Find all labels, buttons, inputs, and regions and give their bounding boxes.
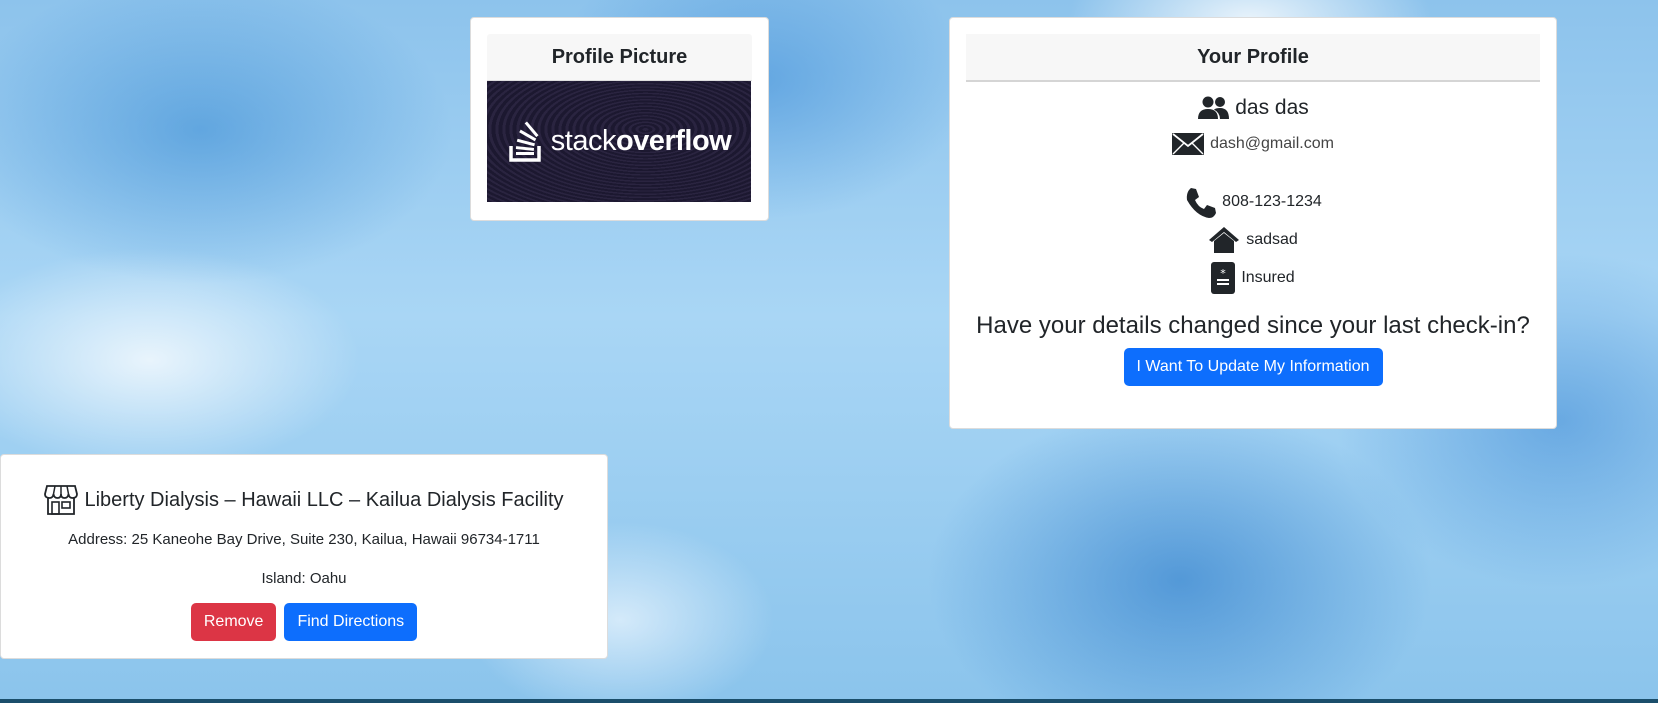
- remove-button[interactable]: Remove: [190, 603, 277, 641]
- update-information-button[interactable]: I Want To Update My Information: [1123, 348, 1383, 386]
- logo-text-bold: overflow: [615, 125, 732, 157]
- profile-picture-image: stackoverflow: [487, 81, 751, 202]
- home-icon: [1208, 226, 1240, 254]
- profile-name: das das: [1235, 96, 1309, 119]
- profile-picture-title: Profile Picture: [487, 34, 752, 81]
- find-directions-button[interactable]: Find Directions: [284, 603, 418, 641]
- logo-text-light: stack: [550, 125, 617, 157]
- profile-name-row: das das: [966, 96, 1540, 120]
- facility-address: Address: 25 Kaneohe Bay Drive, Suite 230…: [68, 531, 540, 548]
- facility-name: Liberty Dialysis – Hawaii LLC – Kailua D…: [84, 488, 564, 511]
- facility-actions: Remove Find Directions: [1, 603, 607, 641]
- store-icon: [44, 485, 79, 515]
- facility-card: Liberty Dialysis – Hawaii LLC – Kailua D…: [0, 454, 608, 659]
- facility-title-row: Liberty Dialysis – Hawaii LLC – Kailua D…: [1, 485, 607, 515]
- profile-insurance-row: * Insured: [966, 262, 1540, 294]
- profile-insurance: Insured: [1241, 269, 1295, 286]
- phone-icon: [1184, 186, 1217, 218]
- profile-email: dash@gmail.com: [1210, 135, 1334, 152]
- details-changed-question: Have your details changed since your las…: [976, 312, 1530, 339]
- your-profile-card: Your Profile das das dash@gmail.com 808-…: [949, 17, 1557, 429]
- profile-address: sadsad: [1246, 231, 1298, 248]
- id-card-icon: *: [1211, 262, 1236, 294]
- facility-island: Island: Oahu: [261, 570, 347, 587]
- stack-overflow-logo-icon: [507, 120, 545, 164]
- profile-email-row: dash@gmail.com: [966, 132, 1540, 156]
- svg-text:*: *: [1221, 267, 1227, 280]
- profile-picture-card: Profile Picture stackoverflow: [470, 17, 769, 221]
- bottom-bar: [0, 699, 1658, 703]
- users-icon: [1197, 96, 1230, 120]
- envelope-icon: [1172, 132, 1205, 156]
- profile-address-row: sadsad: [966, 226, 1540, 254]
- profile-phone-row: 808-123-1234: [966, 186, 1540, 218]
- your-profile-title: Your Profile: [966, 34, 1540, 82]
- profile-phone: 808-123-1234: [1222, 193, 1322, 210]
